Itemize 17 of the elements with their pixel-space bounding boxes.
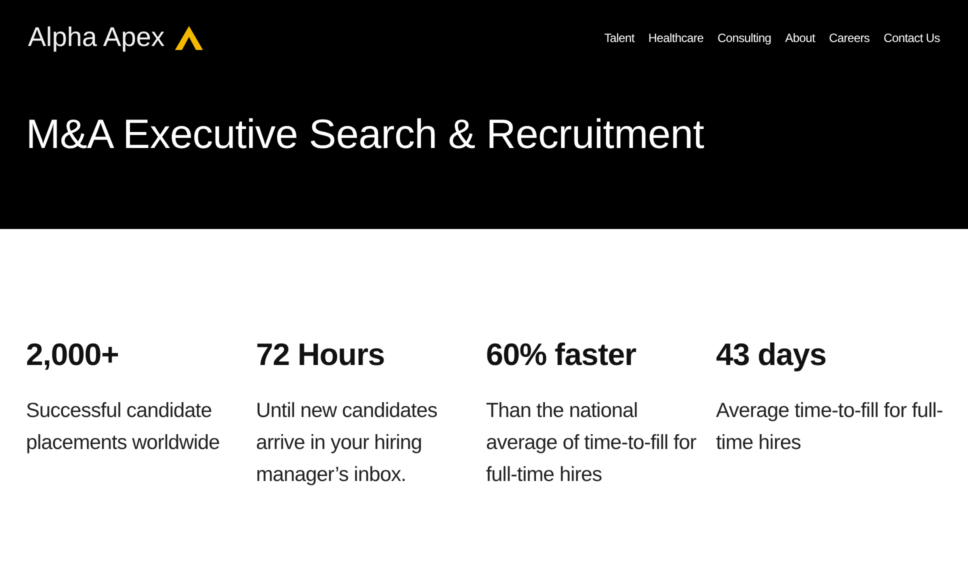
stat-description: Than the national average of time-to-fill for full-time hires [486, 398, 698, 488]
stat-value: 60% faster [486, 337, 638, 373]
stat-description: Until new candidates arrive in your hiring manager’s inbox. [256, 398, 438, 488]
stat-description: Average time-to-fill for full-time hires [716, 398, 944, 456]
stat-description: Successful candidate placements worldwide [26, 398, 221, 456]
page-title: M&A Executive Search & Recruitment [26, 111, 705, 158]
nav-link[interactable]: Talent [604, 30, 634, 44]
nav-link[interactable]: Contact Us [884, 30, 940, 44]
nav-link[interactable]: Healthcare [648, 30, 704, 44]
stat-value: 43 days [716, 337, 828, 373]
logo-icon [174, 26, 203, 50]
logo-text[interactable]: Alpha Apex [28, 22, 165, 53]
nav-link[interactable]: Careers [829, 30, 870, 44]
stat-value: 72 Hours [256, 337, 386, 373]
stat-value: 2,000+ [26, 337, 120, 373]
nav-link[interactable]: About [785, 30, 816, 44]
nav-link[interactable]: Consulting [717, 30, 772, 44]
